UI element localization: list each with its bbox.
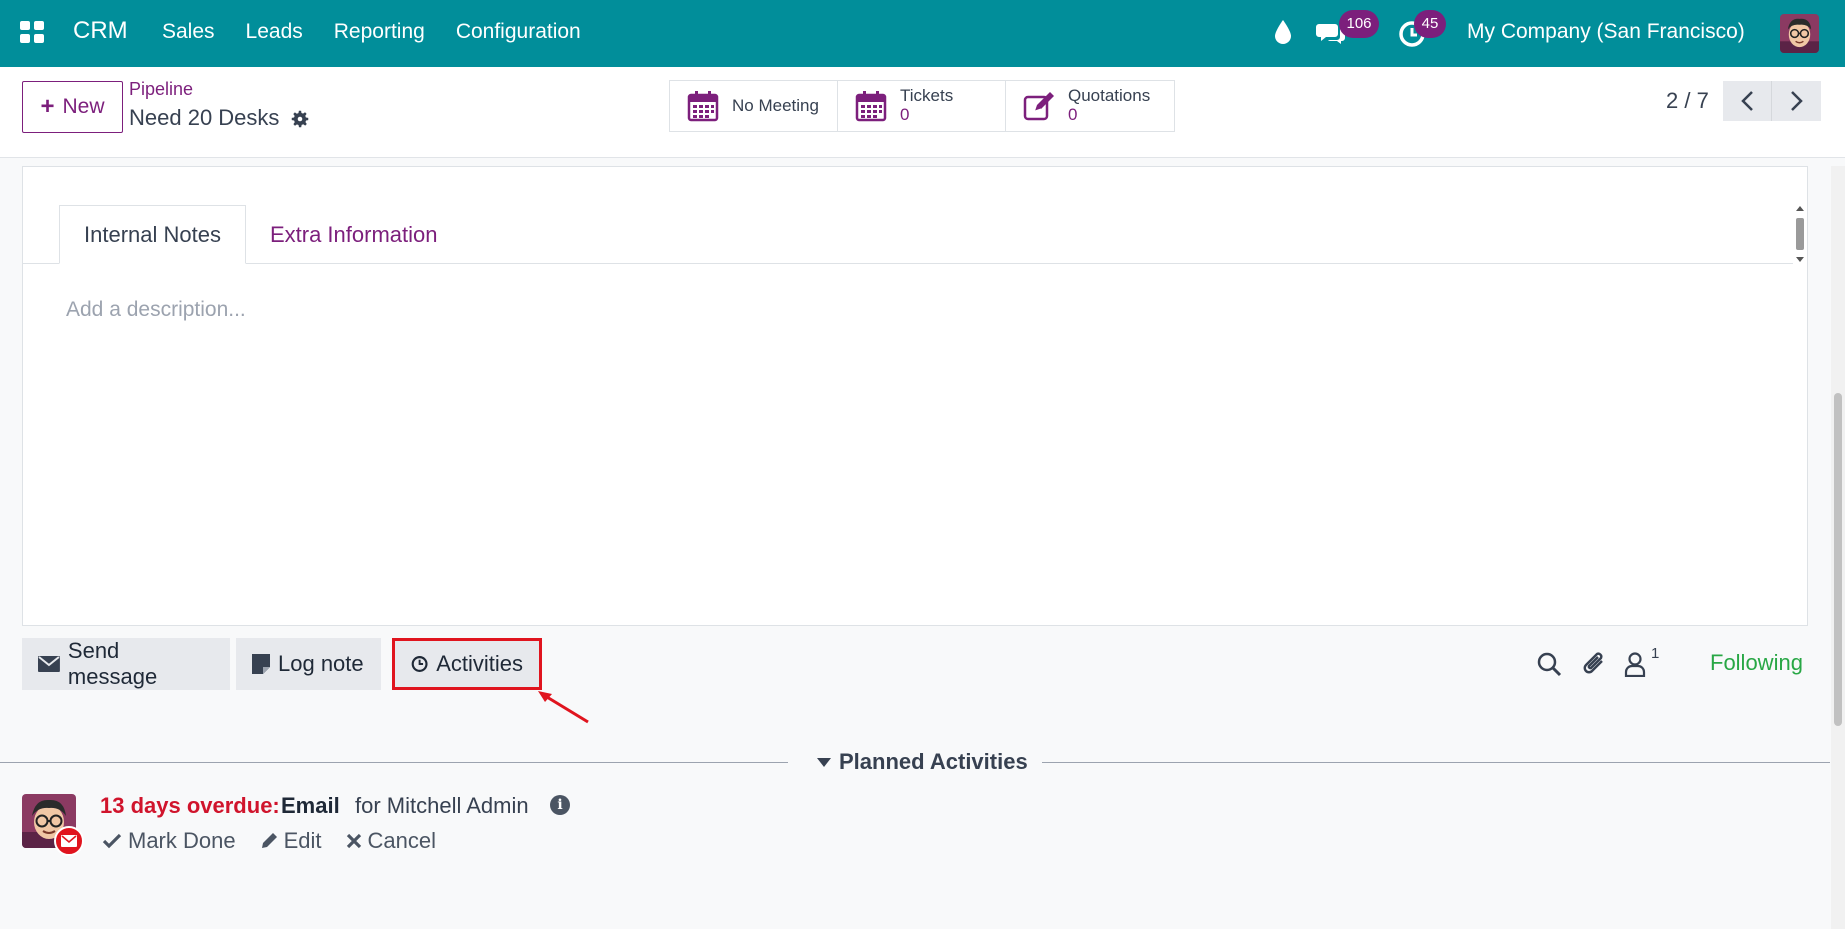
chevron-left-icon bbox=[1741, 91, 1753, 111]
drop-icon[interactable] bbox=[1271, 18, 1295, 46]
pencil-icon bbox=[261, 833, 277, 848]
edit-document-icon bbox=[1023, 92, 1054, 121]
planned-activities-title: Planned Activities bbox=[839, 749, 1028, 774]
close-icon bbox=[346, 833, 361, 849]
gear-icon[interactable] bbox=[289, 108, 311, 130]
breadcrumb-pipeline[interactable]: Pipeline bbox=[129, 79, 193, 100]
tickets-label: Tickets bbox=[900, 86, 954, 106]
pager-value[interactable]: 2 / 7 bbox=[1666, 88, 1709, 114]
menu-configuration[interactable]: Configuration bbox=[456, 20, 581, 44]
divider bbox=[1042, 762, 1830, 763]
calendar-icon bbox=[855, 91, 887, 122]
calendar-icon bbox=[687, 91, 719, 122]
info-icon[interactable]: i bbox=[550, 795, 570, 815]
control-panel: + New Pipeline Need 20 Desks No Meeting bbox=[0, 67, 1845, 158]
app-brand[interactable]: CRM bbox=[73, 17, 128, 45]
form-sheet: Internal Notes Extra Information Add a d… bbox=[22, 166, 1808, 626]
pager-next-button[interactable] bbox=[1772, 81, 1821, 121]
tab-internal-notes[interactable]: Internal Notes bbox=[59, 205, 246, 264]
activity-type: Email bbox=[281, 793, 340, 818]
sticky-note-icon bbox=[252, 654, 270, 674]
clock-icon bbox=[411, 656, 428, 672]
notebook-tabs: Internal Notes Extra Information bbox=[59, 205, 461, 264]
quotations-label: Quotations bbox=[1068, 86, 1151, 106]
pager-previous-button[interactable] bbox=[1723, 81, 1772, 121]
follower-count: 1 bbox=[1651, 645, 1660, 662]
new-button-label: New bbox=[62, 95, 105, 118]
log-note-button[interactable]: Log note bbox=[236, 638, 381, 690]
chat-count-badge: 106 bbox=[1339, 10, 1379, 38]
log-note-label: Log note bbox=[278, 651, 364, 676]
smart-buttons: No Meeting Tickets 0 Quotations 0 bbox=[669, 80, 1175, 132]
chevron-right-icon bbox=[1790, 91, 1803, 111]
tab-extra-information[interactable]: Extra Information bbox=[246, 205, 462, 264]
apps-menu-icon[interactable] bbox=[20, 21, 46, 43]
meeting-label: No Meeting bbox=[732, 95, 819, 115]
company-switcher[interactable]: My Company (San Francisco) bbox=[1467, 20, 1745, 44]
envelope-icon bbox=[38, 656, 60, 672]
email-activity-badge bbox=[54, 826, 84, 856]
activity-count-badge: 45 bbox=[1414, 10, 1446, 38]
paperclip-icon[interactable] bbox=[1582, 650, 1608, 678]
activities-button[interactable]: Activities bbox=[392, 638, 542, 690]
record-title: Need 20 Desks bbox=[129, 105, 280, 130]
page-scrollbar-thumb[interactable] bbox=[1834, 393, 1842, 726]
menu-reporting[interactable]: Reporting bbox=[334, 20, 425, 44]
quotations-count: 0 bbox=[1068, 105, 1078, 124]
activity-overdue-label: 13 days overdue: bbox=[100, 793, 280, 818]
check-icon bbox=[102, 833, 122, 849]
following-button[interactable]: Following bbox=[1710, 650, 1803, 676]
user-avatar[interactable] bbox=[1780, 14, 1819, 53]
meeting-smart-button[interactable]: No Meeting bbox=[670, 81, 838, 131]
envelope-icon bbox=[61, 835, 77, 847]
cancel-label: Cancel bbox=[367, 828, 436, 853]
menu-sales[interactable]: Sales bbox=[162, 20, 215, 44]
edit-activity-button[interactable]: Edit bbox=[260, 828, 322, 854]
planned-activities-toggle[interactable]: Planned Activities bbox=[817, 749, 1028, 775]
user-icon[interactable] bbox=[1624, 651, 1646, 677]
search-icon[interactable] bbox=[1536, 651, 1562, 677]
cancel-activity-button[interactable]: Cancel bbox=[346, 828, 436, 854]
activity-actions: Mark Done Edit Cancel bbox=[102, 828, 436, 854]
caret-down-icon bbox=[817, 757, 831, 767]
activities-label: Activities bbox=[436, 651, 523, 676]
main-menu: Sales Leads Reporting Configuration bbox=[162, 20, 612, 44]
mark-done-label: Mark Done bbox=[128, 828, 236, 853]
activity-assignee: for Mitchell Admin bbox=[355, 793, 529, 818]
new-button[interactable]: + New bbox=[22, 81, 123, 133]
top-navbar: CRM Sales Leads Reporting Configuration … bbox=[0, 0, 1845, 67]
send-message-label: Send message bbox=[67, 638, 158, 689]
divider bbox=[0, 762, 788, 763]
annotation-arrow-icon bbox=[538, 691, 589, 724]
mark-done-button[interactable]: Mark Done bbox=[102, 828, 236, 854]
send-message-button[interactable]: Send message bbox=[22, 638, 230, 690]
tickets-count: 0 bbox=[900, 105, 910, 124]
menu-leads[interactable]: Leads bbox=[246, 20, 303, 44]
edit-label: Edit bbox=[283, 828, 322, 853]
plus-icon: + bbox=[40, 93, 55, 120]
inner-scrollbar[interactable] bbox=[1793, 205, 1807, 263]
description-field[interactable]: Add a description... bbox=[66, 298, 246, 322]
quotations-smart-button[interactable]: Quotations 0 bbox=[1006, 81, 1174, 131]
tickets-smart-button[interactable]: Tickets 0 bbox=[838, 81, 1006, 131]
